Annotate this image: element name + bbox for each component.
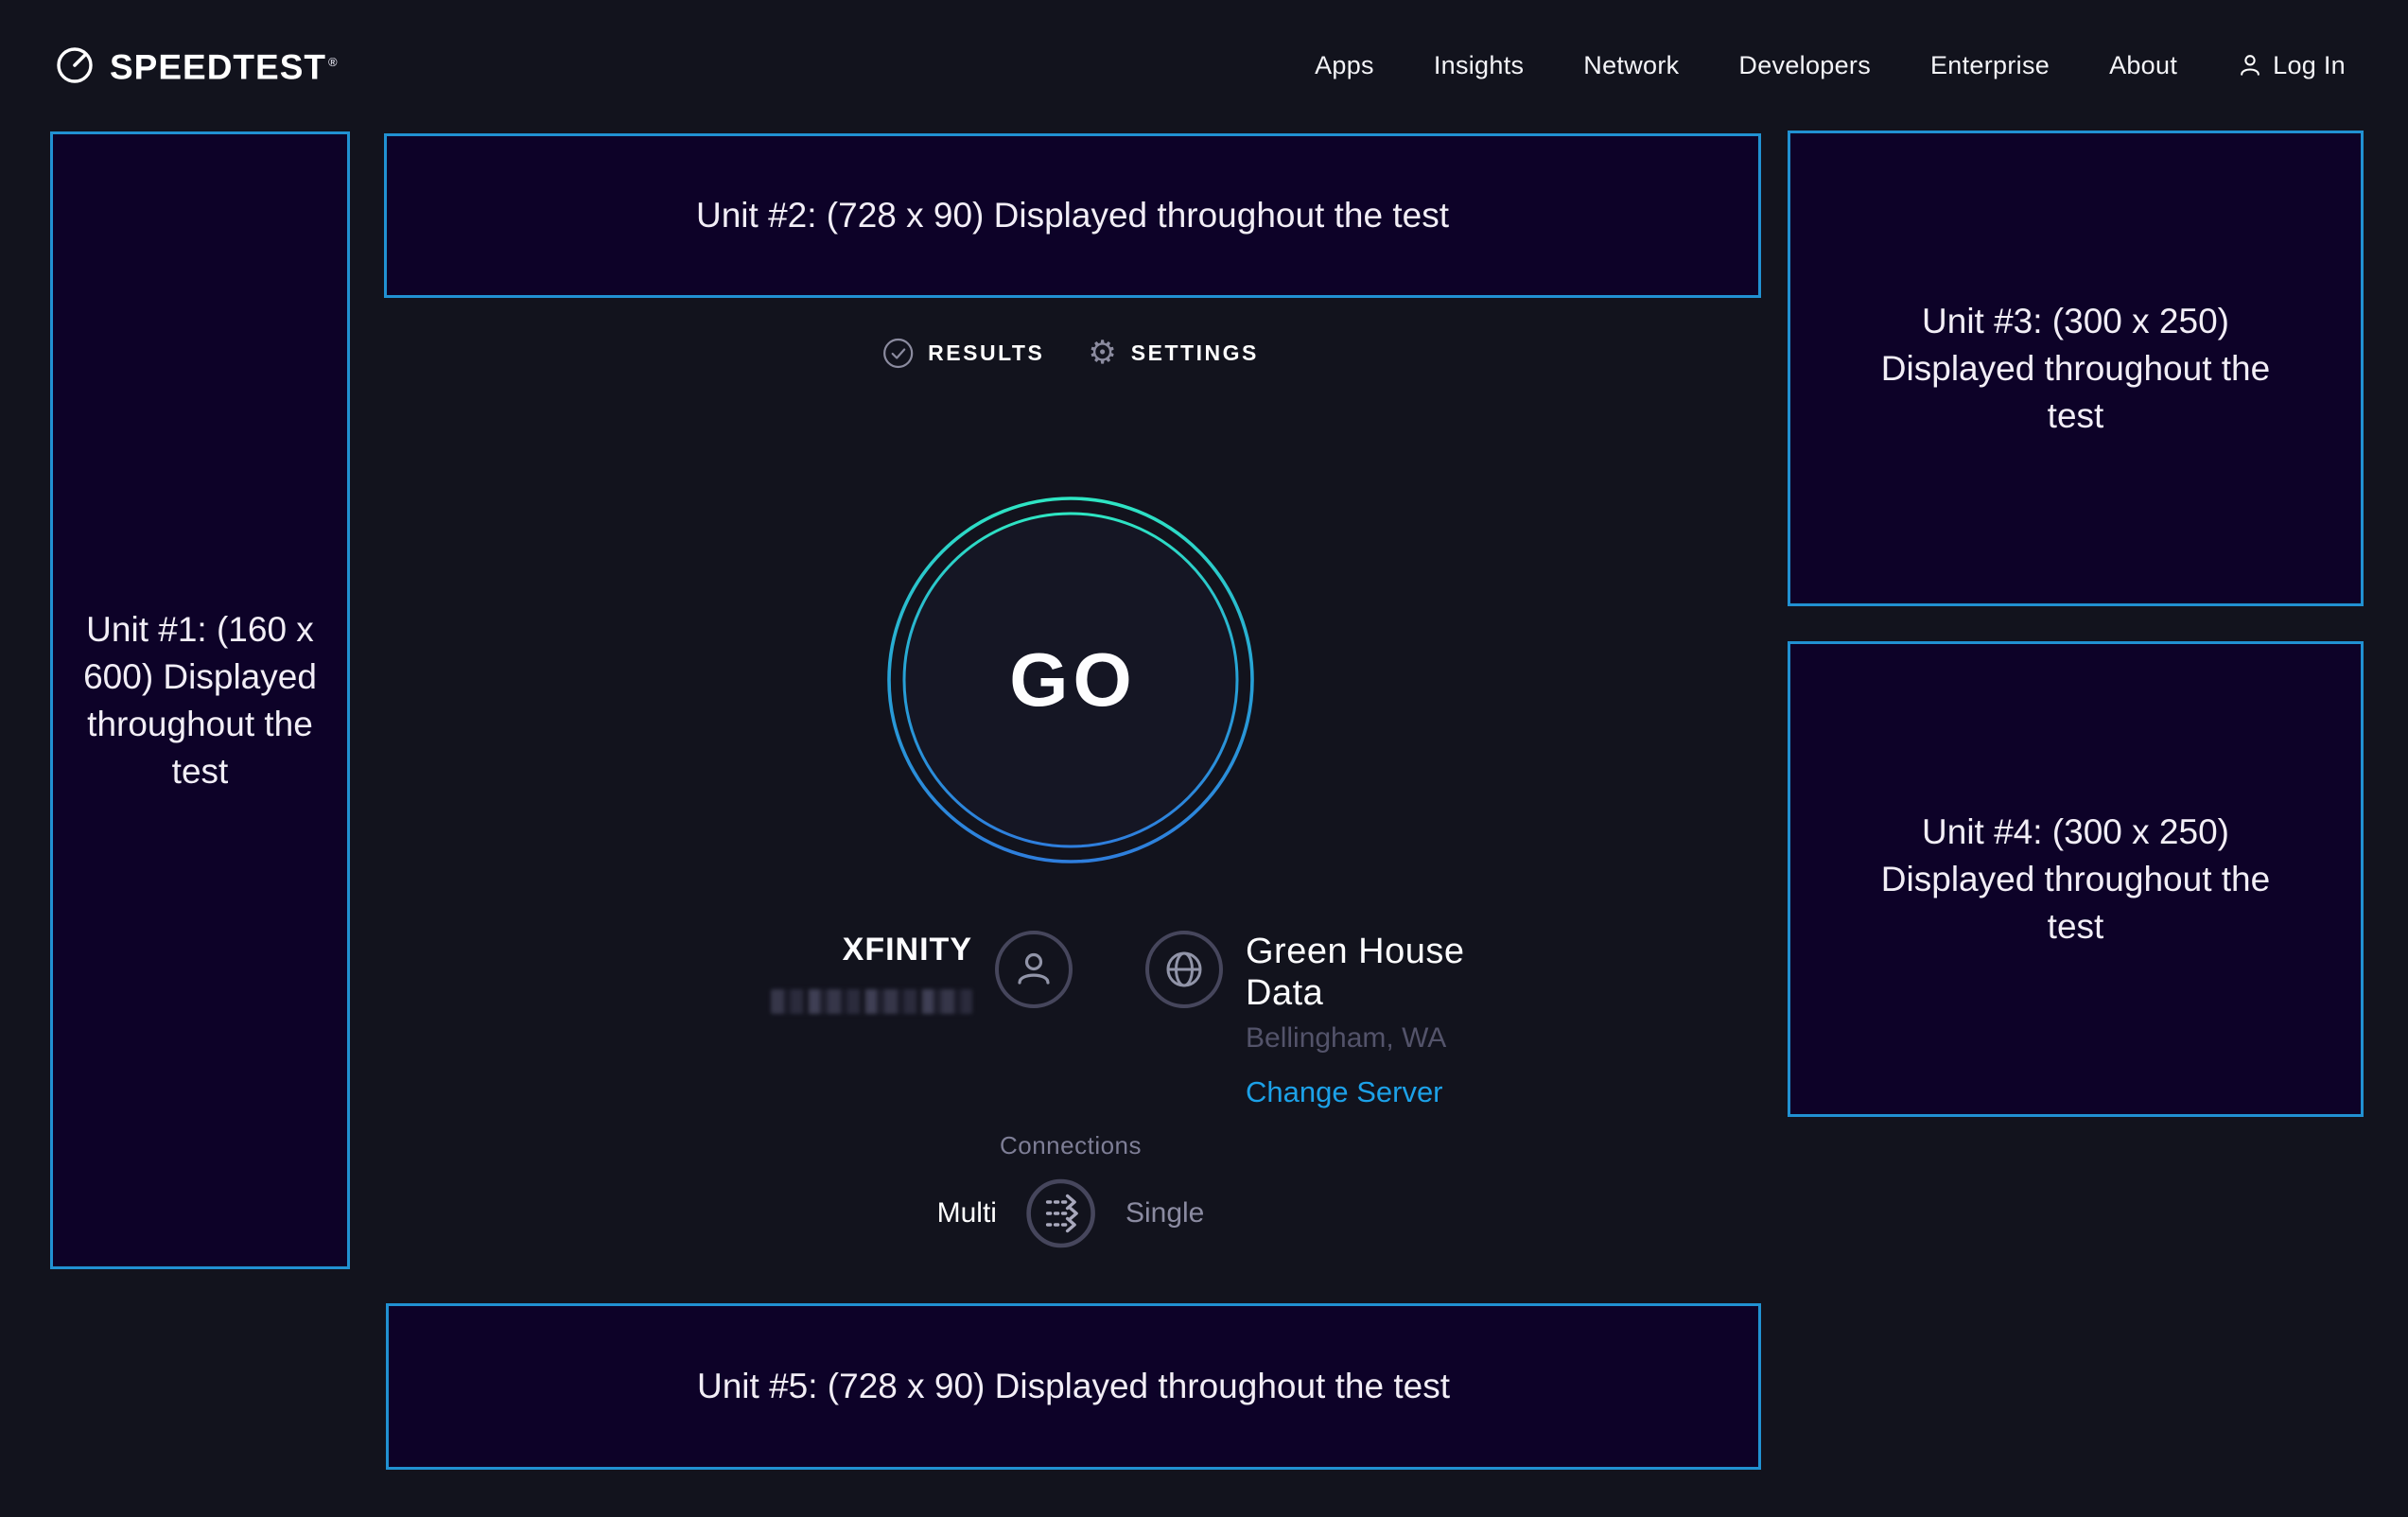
gear-icon: ⚙: [1088, 337, 1116, 369]
connections-single-option[interactable]: Single: [1125, 1197, 1204, 1229]
brand-wordmark: SPEEDTEST®: [110, 40, 339, 90]
isp-user-icon: [995, 931, 1073, 1008]
connections-toggle-row: Multi Single: [937, 1177, 1205, 1249]
ad-unit-4[interactable]: Unit #4: (300 x 250) Displayed throughou…: [1788, 641, 2364, 1117]
speedtest-logo[interactable]: SPEEDTEST®: [53, 40, 339, 90]
connection-info-row: XFINITY: [771, 931, 1492, 1110]
speedometer-gauge-icon: [53, 40, 96, 87]
check-circle-icon: [882, 338, 914, 369]
server-block: Green House Data Bellingham, WA Change S…: [1145, 931, 1492, 1110]
nav-item-enterprise[interactable]: Enterprise: [1930, 51, 2050, 80]
server-location: Bellingham, WA: [1246, 1021, 1446, 1055]
tab-results-label: RESULTS: [928, 340, 1044, 366]
ad-unit-1[interactable]: Unit #1: (160 x 600) Displayed throughou…: [50, 131, 350, 1269]
ad-unit-4-text: Unit #4: (300 x 250) Displayed throughou…: [1854, 809, 2298, 950]
tab-settings-label: SETTINGS: [1131, 340, 1259, 366]
tab-results[interactable]: RESULTS: [882, 338, 1044, 369]
view-tabs: RESULTS ⚙ SETTINGS: [882, 337, 1259, 369]
speedtest-page: SPEEDTEST® Apps Insights Network Develop…: [0, 0, 2408, 1517]
ad-unit-3-text: Unit #3: (300 x 250) Displayed throughou…: [1854, 298, 2298, 440]
isp-details: XFINITY: [771, 931, 972, 1014]
isp-name: XFINITY: [843, 931, 972, 968]
isp-block: XFINITY: [771, 931, 1073, 1014]
ad-unit-1-text: Unit #1: (160 x 600) Displayed throughou…: [81, 606, 320, 795]
main-content: RESULTS ⚙ SETTINGS GO: [350, 0, 1791, 1517]
redacted-ip: [771, 989, 972, 1014]
change-server-link[interactable]: Change Server: [1246, 1074, 1443, 1110]
go-button[interactable]: GO: [884, 494, 1257, 866]
tab-settings[interactable]: ⚙ SETTINGS: [1088, 337, 1259, 369]
connections-multi-option[interactable]: Multi: [937, 1197, 997, 1229]
user-icon: [2237, 52, 2263, 78]
connections-toggle-icon[interactable]: [1025, 1177, 1097, 1249]
globe-icon: [1145, 931, 1223, 1008]
server-details: Green House Data Bellingham, WA Change S…: [1246, 931, 1492, 1110]
go-label: GO: [884, 494, 1257, 866]
login-button[interactable]: Log In: [2237, 51, 2346, 80]
trademark-symbol: ®: [328, 55, 339, 69]
server-name: Green House Data: [1246, 931, 1492, 1014]
connections-label: Connections: [1000, 1131, 1142, 1160]
ad-unit-3[interactable]: Unit #3: (300 x 250) Displayed throughou…: [1788, 131, 2364, 606]
nav-item-about[interactable]: About: [2109, 51, 2177, 80]
login-label: Log In: [2273, 51, 2346, 80]
